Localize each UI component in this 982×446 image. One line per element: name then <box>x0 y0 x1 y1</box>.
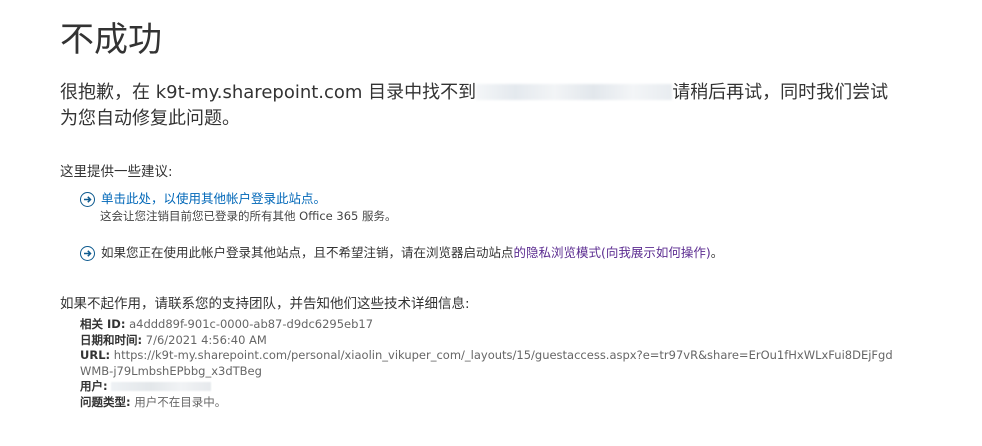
correlation-id-row: 相关 ID: a4ddd89f-901c-0000-ab87-d9dc6295e… <box>80 317 900 333</box>
redacted-user-value <box>111 382 212 392</box>
datetime-label: 日期和时间: <box>80 332 143 347</box>
issue-type-value: 用户不在目录中。 <box>134 394 227 409</box>
url-row: URL: https://k9t-my.sharepoint.com/perso… <box>80 348 900 379</box>
private-browsing-link[interactable]: 的隐私浏览模式(向我展示如何操作) <box>514 244 711 262</box>
error-message-prefix: 很抱歉，在 k9t-my.sharepoint.com 目录中找不到 <box>60 82 477 103</box>
url-label: URL: <box>80 348 111 363</box>
issue-type-row: 问题类型: 用户不在目录中。 <box>80 395 900 411</box>
circle-arrow-right-icon <box>80 191 95 207</box>
issue-type-label: 问题类型: <box>80 394 131 409</box>
datetime-row: 日期和时间: 7/6/2021 4:56:40 AM <box>80 333 900 349</box>
private-browsing-text: 如果您正在使用此帐户登录其他站点，且不希望注销，请在浏览器启动站点 <box>101 245 514 260</box>
user-row: 用户: <box>80 379 900 395</box>
user-label: 用户: <box>80 379 108 394</box>
page-title: 不成功 <box>60 20 162 60</box>
suggestion-private-browsing: 如果您正在使用此帐户登录其他站点，且不希望注销，请在浏览器启动站点 的隐私浏览模式… <box>80 244 723 262</box>
private-browsing-period: 。 <box>710 245 724 260</box>
circle-arrow-right-icon <box>80 245 95 261</box>
sign-out-note: 这会让您注销目前您已登录的所有其他 Office 365 服务。 <box>100 209 397 223</box>
url-value: https://k9t-my.sharepoint.com/personal/x… <box>80 348 893 378</box>
error-message: 很抱歉，在 k9t-my.sharepoint.com 目录中找不到 请稍后再试，… <box>60 80 900 132</box>
suggestions-heading: 这里提供一些建议: <box>60 164 173 180</box>
datetime-value: 7/6/2021 4:56:40 AM <box>145 332 267 347</box>
suggestion-sign-in-other-account: 单击此处，以使用其他帐户登录此站点。 这会让您注销目前您已登录的所有其他 Off… <box>80 190 396 225</box>
contact-support-heading: 如果不起作用，请联系您的支持团队，并告知他们这些技术详细信息: <box>60 296 470 312</box>
technical-details: 相关 ID: a4ddd89f-901c-0000-ab87-d9dc6295e… <box>80 317 900 411</box>
sign-in-other-account-link[interactable]: 单击此处，以使用其他帐户登录此站点。 <box>101 190 326 208</box>
correlation-id-label: 相关 ID: <box>80 317 126 331</box>
correlation-id-value: a4ddd89f-901c-0000-ab87-d9dc6295eb17 <box>129 317 374 331</box>
redacted-user-name <box>476 84 673 100</box>
